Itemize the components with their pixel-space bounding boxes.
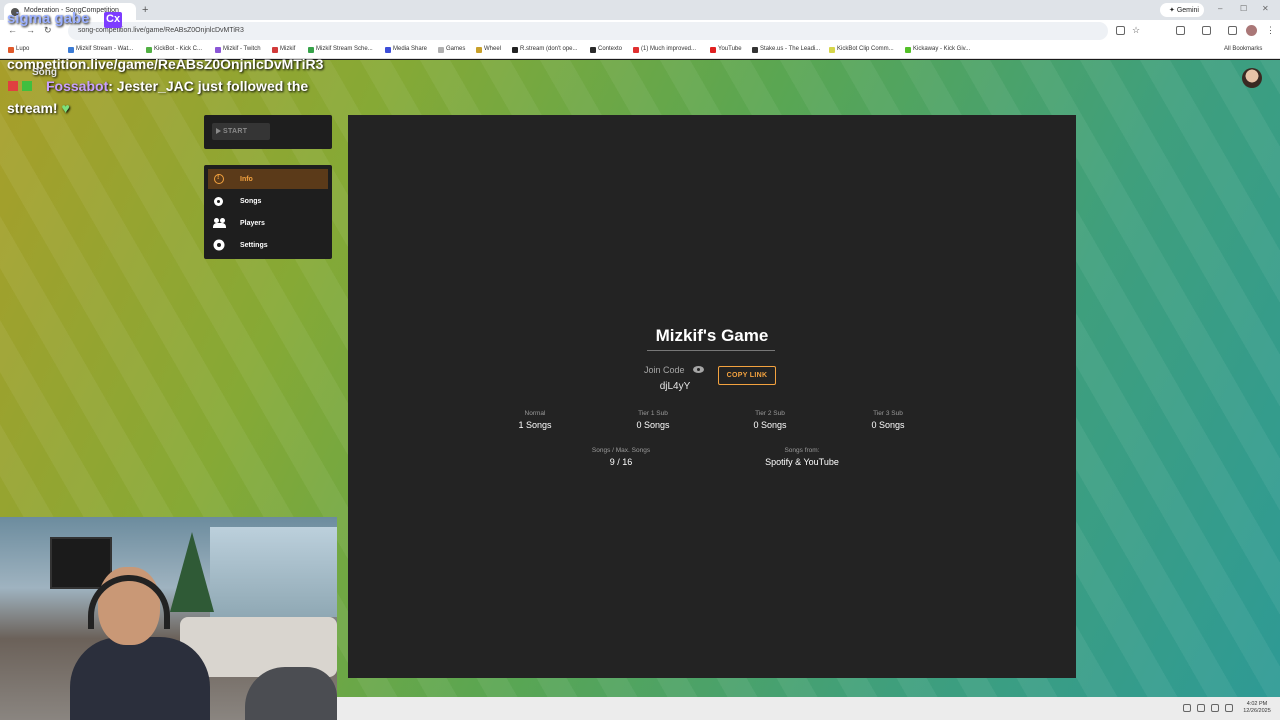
menu-kebab-icon[interactable]: ⋮	[1266, 25, 1275, 36]
taskbar-clock[interactable]: 4:02 PM 12/26/2025	[1236, 701, 1278, 715]
address-bar-row: ← → ↻ song-competition.live/game/ReABsZ0…	[0, 20, 1280, 42]
info-icon	[214, 174, 224, 184]
sidebar-item-players[interactable]: Players	[208, 213, 328, 233]
bookmark-star-icon[interactable]: ☆	[1132, 25, 1140, 36]
extensions-icon[interactable]	[1176, 26, 1185, 35]
songs-from-stat: Songs from: Spotify & YouTube	[747, 447, 857, 467]
chat-username: Fossabot	[46, 78, 109, 94]
install-app-icon[interactable]	[1116, 26, 1125, 35]
bookmark-item[interactable]: Stake.us - The Leadi...	[752, 46, 820, 53]
join-code-value: djL4yY	[659, 381, 691, 392]
gemini-label: Gemini	[1176, 7, 1199, 14]
webcam-window	[210, 527, 337, 617]
stat-value: 1 Songs	[518, 420, 552, 430]
chat-text: : Jester_JAC just followed the	[108, 78, 309, 94]
gear-icon	[215, 241, 223, 249]
webcam-feed	[0, 517, 337, 720]
tier-stat-tier1: Tier 1 Sub 0 Songs	[598, 410, 708, 430]
downloads-icon[interactable]	[1228, 26, 1237, 35]
copy-link-button[interactable]: COPY LINK	[718, 366, 776, 385]
stream-overlay-badge: Cx	[104, 12, 122, 28]
bookmark-item[interactable]: YouTube	[710, 46, 742, 53]
all-bookmarks-button[interactable]: All Bookmarks	[1224, 46, 1262, 52]
stat-label: Tier 2 Sub	[755, 410, 785, 417]
url-input[interactable]: song-competition.live/game/ReABsZ0Onjnlc…	[68, 22, 1108, 40]
user-avatar[interactable]	[1242, 68, 1262, 88]
bookmark-item[interactable]: Games	[438, 46, 465, 53]
tab-search-icon[interactable]	[1202, 26, 1211, 35]
stat-value: 0 Songs	[636, 420, 670, 430]
stat-label: Tier 1 Sub	[638, 410, 668, 417]
wifi-icon[interactable]	[1197, 704, 1205, 712]
songs-max-stat: Songs / Max. Songs 9 / 16	[566, 447, 676, 467]
game-info-panel: Mizkif's Game Join Code djL4yY COPY LINK…	[348, 115, 1076, 678]
bookmark-item[interactable]: Contexto	[590, 46, 622, 53]
bookmark-item[interactable]: Mizkif	[272, 46, 295, 53]
chat-message: Fossabot: Jester_JAC just followed the	[46, 78, 308, 94]
bookmark-item[interactable]: (1) Much improved...	[633, 46, 696, 53]
gemini-button[interactable]: ✦ Gemini	[1160, 3, 1204, 17]
bookmark-item[interactable]: Mizkif Stream - Wat...	[68, 46, 133, 53]
stat-value: 0 Songs	[871, 420, 905, 430]
clock-date: 12/26/2025	[1243, 708, 1271, 714]
game-title: Mizkif's Game	[655, 326, 769, 345]
title-divider	[647, 350, 775, 351]
heart-icon: ♥	[61, 100, 70, 116]
sidebar-item-info[interactable]: Info	[208, 169, 328, 189]
stat-label: Normal	[524, 410, 546, 417]
stat-value: 0 Songs	[753, 420, 787, 430]
tier-stat-tier3: Tier 3 Sub 0 Songs	[833, 410, 943, 430]
sidebar-menu: Info Songs Players Settings	[204, 165, 332, 259]
bookmark-item[interactable]: R.stream (don't ope...	[512, 46, 578, 53]
headset-icon	[88, 575, 170, 629]
streamer-body	[70, 637, 210, 720]
battery-icon[interactable]	[1225, 704, 1233, 712]
chat-message-line-2: stream! ♥	[7, 100, 70, 116]
music-disc-icon	[214, 197, 223, 206]
sidebar-item-label: Players	[240, 220, 265, 227]
chat-badge-icon	[8, 81, 18, 91]
stat-label: Songs from:	[784, 447, 820, 454]
webcam-streamer	[70, 567, 210, 720]
sidebar-item-label: Songs	[240, 198, 262, 205]
stat-value: 9 / 16	[609, 457, 633, 467]
close-window-button[interactable]: ✕	[1262, 4, 1269, 13]
minimize-button[interactable]: –	[1218, 4, 1222, 13]
stat-label: Tier 3 Sub	[873, 410, 903, 417]
tier-stat-normal: Normal 1 Songs	[480, 410, 590, 430]
start-panel: START	[204, 115, 332, 149]
new-tab-button[interactable]: +	[142, 4, 148, 16]
bookmark-item[interactable]: Lupo	[8, 46, 29, 53]
bookmark-item[interactable]: Mizkif Stream Sche...	[308, 46, 373, 53]
bookmark-item[interactable]: KickBot - Kick C...	[146, 46, 202, 53]
bookmark-item[interactable]: Wheel	[476, 46, 501, 53]
stat-label: Songs / Max. Songs	[591, 447, 651, 454]
profile-avatar[interactable]	[1246, 25, 1257, 36]
volume-icon[interactable]	[1211, 704, 1219, 712]
maximize-button[interactable]: ☐	[1240, 4, 1247, 13]
sidebar-item-label: Settings	[240, 242, 268, 249]
stream-overlay-name: sigma gabe	[7, 10, 90, 27]
sidebar-item-settings[interactable]: Settings	[208, 235, 328, 255]
chat-text-2: stream!	[7, 100, 58, 116]
join-code-label: Join Code	[644, 365, 685, 375]
stat-value: Spotify & YouTube	[765, 457, 839, 467]
clock-time: 4:02 PM	[1246, 701, 1268, 707]
bookmark-item[interactable]: Kickaway - Kick Giv...	[905, 46, 970, 53]
browser-tab-bar: Moderation - SongCompetition + ✦ Gemini …	[0, 0, 1280, 20]
bookmark-item[interactable]: Mizkif - Twitch	[215, 46, 261, 53]
bookmark-item[interactable]: KickBot Clip Comm...	[829, 46, 894, 53]
sidebar-item-label: Info	[240, 176, 253, 183]
taskbar	[337, 697, 1280, 720]
sidebar-item-songs[interactable]: Songs	[208, 191, 328, 211]
stream-overlay-song: Song	[32, 67, 57, 78]
tier-stat-tier2: Tier 2 Sub 0 Songs	[715, 410, 825, 430]
players-icon	[213, 218, 226, 228]
chat-check-icon	[22, 81, 32, 91]
start-button[interactable]: START	[212, 123, 270, 140]
eye-icon[interactable]	[693, 366, 704, 373]
tray-chevron-icon[interactable]	[1183, 704, 1191, 712]
bookmark-item[interactable]: Media Share	[385, 46, 427, 53]
